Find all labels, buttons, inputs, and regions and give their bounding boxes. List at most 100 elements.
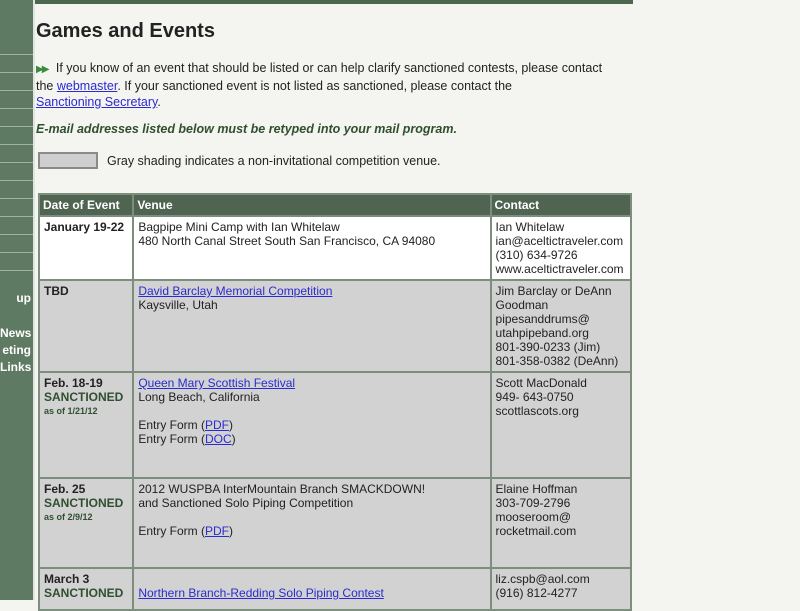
entry-form-pdf-link[interactable]: PDF <box>205 418 229 432</box>
contact-line: scottlascots.org <box>495 404 579 418</box>
sidebar-cell[interactable] <box>0 252 33 271</box>
table-header-row: Date of Event Venue Contact <box>40 195 630 215</box>
event-date-cell: Feb. 25 SANCTIONED as of 2/9/12 <box>40 479 133 567</box>
entry-form-label: Entry Form ( <box>138 432 205 446</box>
entry-form-label: Entry Form ( <box>138 524 205 538</box>
contact-line: 801-390-0233 (Jim) <box>495 340 601 354</box>
header-contact: Contact <box>491 195 630 215</box>
event-date-cell: Feb. 18-19 SANCTIONED as of 1/21/12 <box>40 373 133 477</box>
contact-line: liz.cspb@aol.com <box>495 572 590 586</box>
top-band <box>33 0 633 4</box>
contact-line: mooseroom@ <box>495 510 572 524</box>
event-venue: David Barclay Memorial Competition Kaysv… <box>134 281 490 371</box>
venue-address: 480 North Canal Street South San Francis… <box>138 234 436 248</box>
page-title: Games and Events <box>36 20 215 42</box>
sidebar: up News eting Links <box>0 0 633 600</box>
shading-legend: Gray shading indicates a non-invitationa… <box>38 152 441 169</box>
entry-form-close: ) <box>228 418 233 432</box>
sidebar-cell[interactable] <box>0 180 33 199</box>
event-contact: Scott MacDonald 949- 643-0750 scottlasco… <box>491 373 630 477</box>
table-row: January 19-22 Bagpipe Mini Camp with Ian… <box>40 217 630 279</box>
as-of-date: as of 2/9/12 <box>44 512 93 522</box>
sidebar-cell[interactable] <box>0 162 33 181</box>
intro-text-2: . If your sanctioned event is not listed… <box>117 79 513 93</box>
event-venue: Queen Mary Scottish Festival Long Beach,… <box>134 373 490 477</box>
sanctioned-badge: SANCTIONED <box>44 586 124 600</box>
entry-form-pdf-link[interactable]: PDF <box>205 524 229 538</box>
venue-link[interactable]: Northern Branch-Redding Solo Piping Cont… <box>138 586 383 600</box>
sidebar-item-group[interactable]: up <box>0 290 33 306</box>
header-date: Date of Event <box>40 195 133 215</box>
event-venue: 2012 WUSPBA InterMountain Branch SMACKDO… <box>134 479 490 567</box>
venue-link[interactable]: Queen Mary Scottish Festival <box>138 376 295 390</box>
sidebar-cell[interactable] <box>0 234 33 253</box>
contact-line: rocketmail.com <box>495 524 577 538</box>
sidebar-item-links[interactable]: Links <box>0 359 33 375</box>
contact-line: (310) 634-9726 <box>495 248 578 262</box>
sidebar-item-news[interactable]: News <box>0 325 33 341</box>
entry-form-label: Entry Form ( <box>138 418 205 432</box>
sidebar-cell[interactable] <box>0 216 33 235</box>
venue-name: 2012 WUSPBA InterMountain Branch SMACKDO… <box>138 482 426 496</box>
contact-line: 949- 643-0750 <box>495 390 574 404</box>
legend-text: Gray shading indicates a non-invitationa… <box>107 153 441 168</box>
sidebar-cell[interactable] <box>0 144 33 163</box>
sanctioning-secretary-link[interactable]: Sanctioning Secretary <box>36 95 157 109</box>
entry-form-doc-link[interactable]: DOC <box>205 432 232 446</box>
event-contact: Jim Barclay or DeAnn Goodman pipesanddru… <box>491 281 630 371</box>
entry-form-close: ) <box>231 432 236 446</box>
venue-address: Kaysville, Utah <box>138 298 218 312</box>
contact-line: Jim Barclay or DeAnn <box>495 284 612 298</box>
sanctioned-badge: SANCTIONED <box>44 390 124 404</box>
event-contact: liz.cspb@aol.com (916) 812-4277 <box>491 569 630 609</box>
contact-line: ian@aceltictraveler.com <box>495 234 624 248</box>
event-date: January 19-22 <box>40 217 133 279</box>
event-venue: Bagpipe Mini Camp with Ian Whitelaw 480 … <box>134 217 490 279</box>
sidebar-cell[interactable] <box>0 108 33 127</box>
webmaster-link[interactable]: webmaster <box>57 79 117 93</box>
sidebar-cell[interactable] <box>0 90 33 109</box>
sidebar-cell[interactable] <box>0 198 33 217</box>
intro-paragraph: ▶▶ If you know of an event that should b… <box>36 60 606 110</box>
contact-line: (916) 812-4277 <box>495 586 578 600</box>
as-of-date: as of 1/21/12 <box>44 406 98 416</box>
event-date: TBD <box>40 281 133 371</box>
sidebar-item-meeting[interactable]: eting <box>0 342 33 358</box>
contact-line: 801-358-0382 (DeAnn) <box>495 354 619 368</box>
header-venue: Venue <box>134 195 490 215</box>
contact-line: www.aceltictraveler.com <box>495 262 624 276</box>
event-date: Feb. 18-19 <box>44 376 103 390</box>
double-arrow-icon: ▶▶ <box>36 64 49 75</box>
sidebar-cell[interactable] <box>0 72 33 91</box>
sidebar-divider <box>33 0 35 600</box>
entry-form-line: Entry Form (DOC) <box>138 432 485 446</box>
event-date: Feb. 25 <box>44 482 86 496</box>
contact-line: Ian Whitelaw <box>495 220 565 234</box>
sidebar-cell[interactable] <box>0 126 33 145</box>
contact-line: utahpipeband.org <box>495 326 589 340</box>
sidebar-cell[interactable] <box>0 270 33 289</box>
venue-address: Long Beach, California <box>138 390 260 404</box>
table-row: TBD David Barclay Memorial Competition K… <box>40 281 630 371</box>
contact-line: pipesanddrums@ <box>495 312 590 326</box>
sidebar-cell[interactable] <box>0 54 33 73</box>
intro-end: . <box>157 95 161 109</box>
venue-link[interactable]: David Barclay Memorial Competition <box>138 284 332 298</box>
entry-form-line: Entry Form (PDF) <box>138 524 485 538</box>
contact-line: Goodman <box>495 298 549 312</box>
contact-line: Elaine Hoffman <box>495 482 578 496</box>
event-venue: Northern Branch-Redding Solo Piping Cont… <box>134 569 490 609</box>
sanctioned-badge: SANCTIONED <box>44 496 124 510</box>
gray-swatch <box>38 152 98 169</box>
entry-form-line: Entry Form (PDF) <box>138 418 485 432</box>
email-warning: E-mail addresses listed below must be re… <box>36 122 457 136</box>
venue-name: Bagpipe Mini Camp with Ian Whitelaw <box>138 220 340 234</box>
event-contact: Ian Whitelaw ian@aceltictraveler.com (31… <box>491 217 630 279</box>
entry-form-close: ) <box>228 524 233 538</box>
contact-line: Scott MacDonald <box>495 376 587 390</box>
table-row: Feb. 18-19 SANCTIONED as of 1/21/12 Quee… <box>40 373 630 477</box>
table-row: March 3 SANCTIONED Northern Branch-Reddi… <box>40 569 630 609</box>
events-table: Date of Event Venue Contact January 19-2… <box>38 193 632 611</box>
event-contact: Elaine Hoffman 303-709-2796 mooseroom@ r… <box>491 479 630 567</box>
venue-subtitle: and Sanctioned Solo Piping Competition <box>138 496 354 510</box>
